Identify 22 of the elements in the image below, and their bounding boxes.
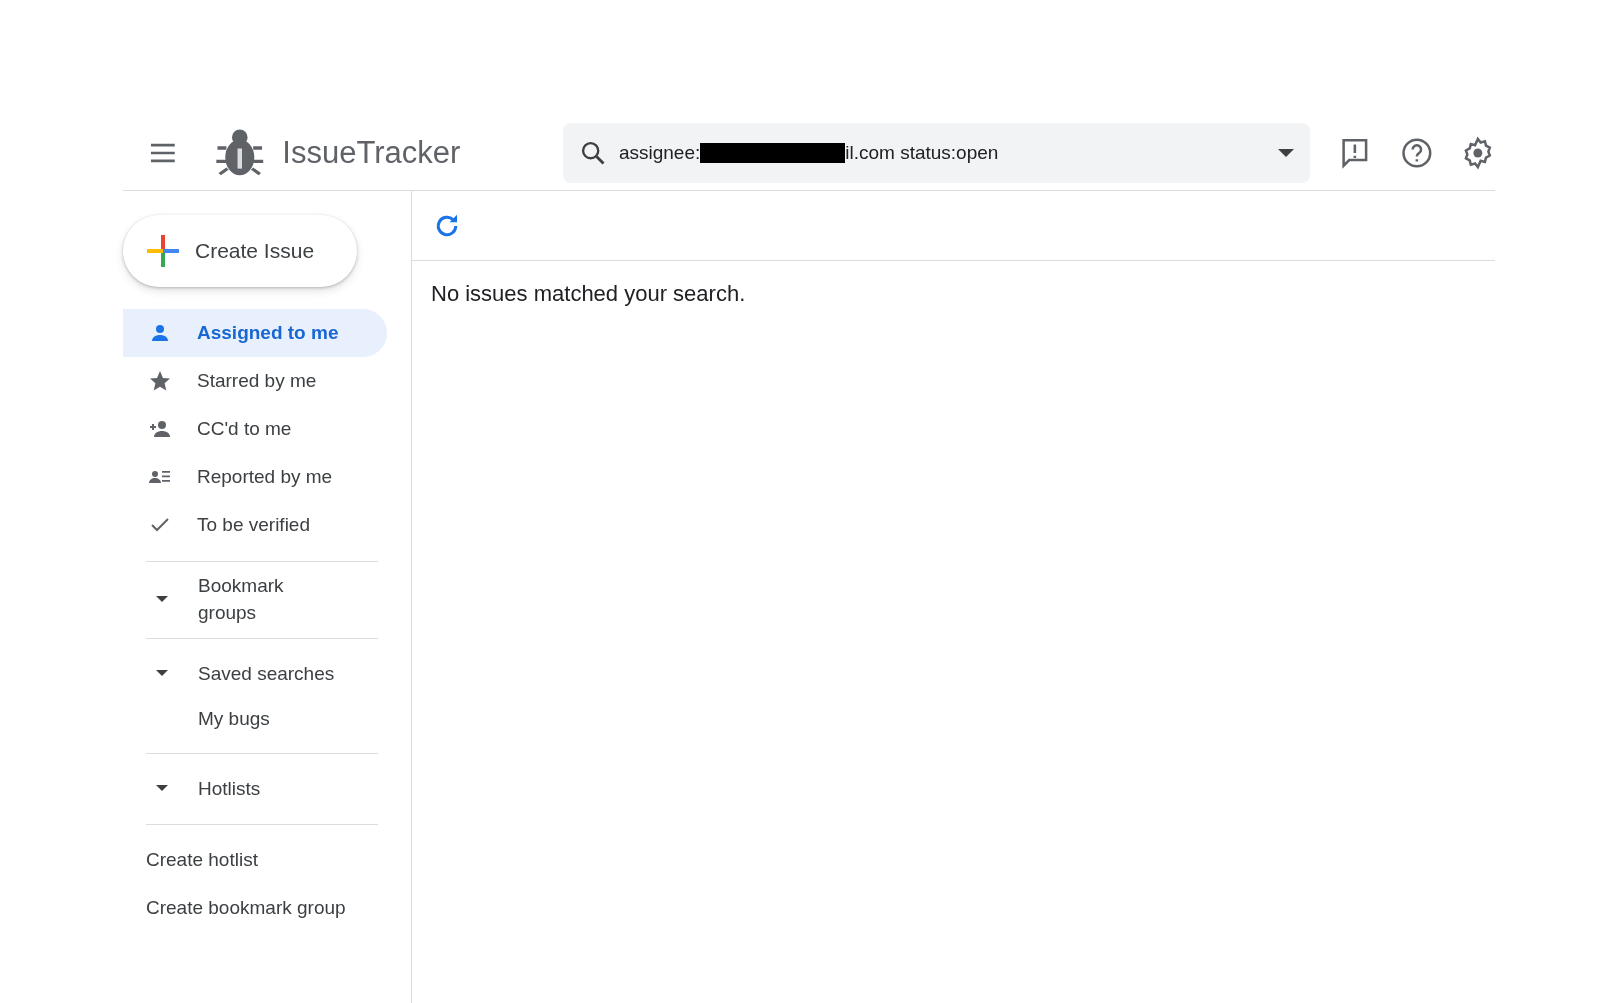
search-field[interactable]: assignee: il.com status:open xyxy=(562,122,1310,183)
caret-icon xyxy=(156,596,168,602)
nav-item[interactable]: CC'd to me xyxy=(123,405,387,453)
sidebar-link[interactable]: Create hotlist xyxy=(146,849,378,871)
create-issue-button[interactable]: Create Issue xyxy=(123,215,357,287)
sidebar-link[interactable]: Create bookmark group xyxy=(146,897,378,919)
nav-item[interactable]: To be verified xyxy=(123,501,387,549)
star-icon xyxy=(148,369,172,393)
section-toggle[interactable]: Saved searches xyxy=(146,649,378,697)
saved-search-link[interactable]: My bugs xyxy=(146,697,378,741)
caret-icon xyxy=(156,670,168,676)
plus-icon xyxy=(145,233,181,269)
nav-item[interactable]: Assigned to me xyxy=(123,309,387,357)
caret-icon xyxy=(156,785,168,791)
nav-item[interactable]: Reported by me xyxy=(123,453,387,501)
section-toggle[interactable]: Hotlists xyxy=(146,764,378,812)
section-toggle[interactable]: Bookmark groups xyxy=(146,572,378,626)
help-icon[interactable] xyxy=(1399,135,1434,170)
nav-item[interactable]: Starred by me xyxy=(123,357,387,405)
empty-message: No issues matched your search. xyxy=(431,281,747,307)
app-title: IssueTracker xyxy=(282,134,462,171)
dropdown-caret-icon[interactable] xyxy=(1277,148,1294,157)
